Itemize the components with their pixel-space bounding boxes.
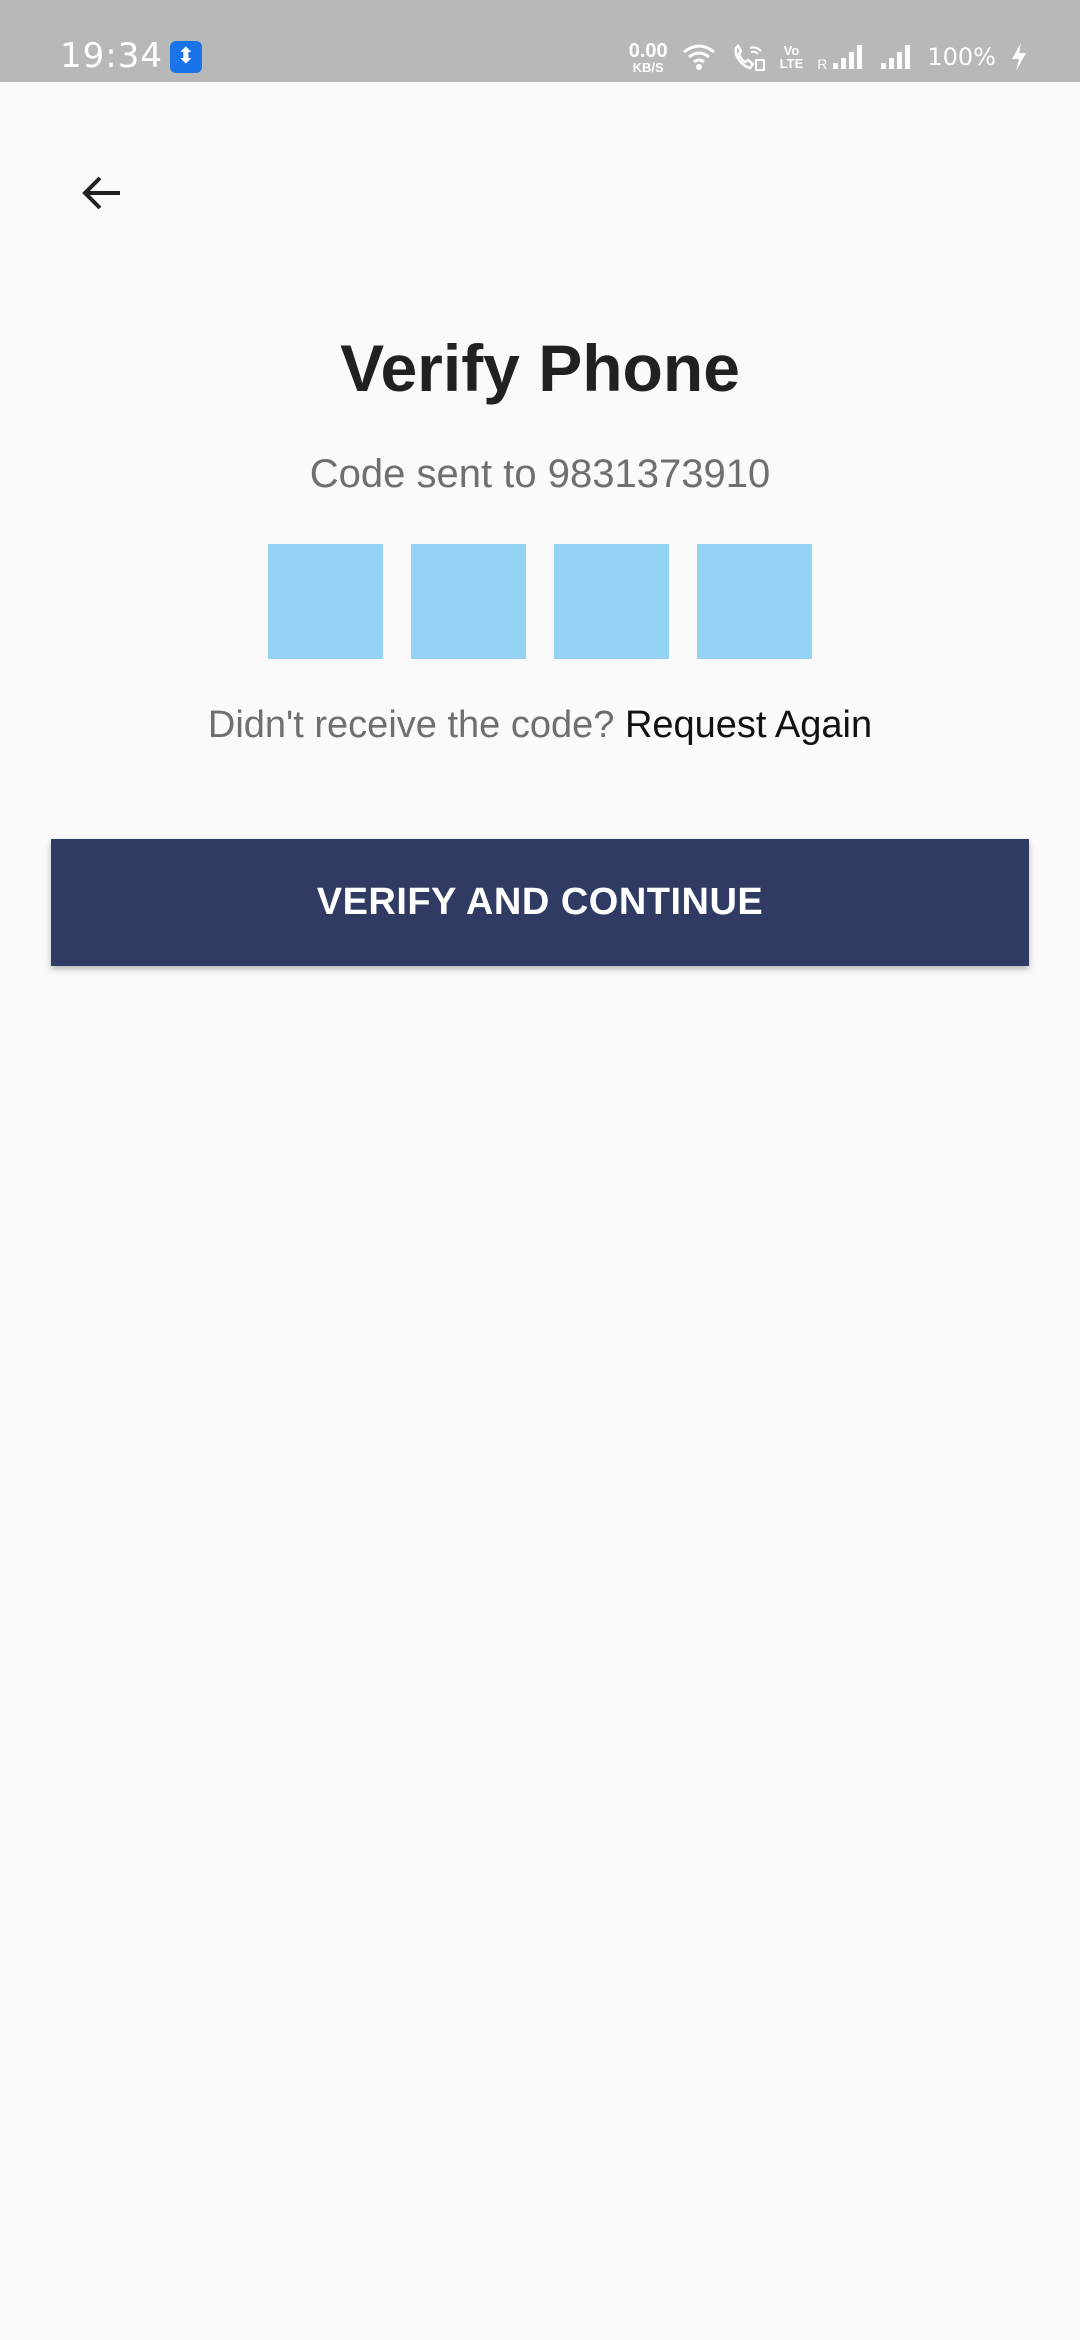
volte-bottom-text: LTE	[779, 56, 804, 71]
otp-digit-1[interactable]	[268, 544, 383, 659]
otp-digit-2[interactable]	[411, 544, 526, 659]
network-speed-unit: KB/S	[632, 59, 664, 75]
otp-digit-4[interactable]	[697, 544, 812, 659]
signal-icon	[881, 45, 911, 69]
roaming-label: R	[817, 56, 828, 72]
battery-level: 100%	[927, 43, 996, 71]
code-sent-text: Code sent to 9831373910	[309, 452, 771, 496]
status-bar: 19:34 ⬍ 0.00 KB/S Vo LTE R 100%	[0, 0, 1080, 82]
status-icons: 0.00 KB/S Vo LTE R 100%	[629, 36, 1028, 78]
volte-icon: Vo LTE	[780, 44, 804, 70]
network-speed-value: 0.00	[628, 39, 668, 62]
back-button[interactable]	[78, 158, 126, 228]
status-time: 19:34	[60, 36, 163, 76]
verify-and-continue-button[interactable]: VERIFY AND CONTINUE	[51, 839, 1029, 966]
otp-digit-3[interactable]	[554, 544, 669, 659]
arrow-back-icon	[82, 176, 120, 210]
request-again-link[interactable]: Request Again	[625, 704, 872, 746]
page-title: Verify Phone	[340, 331, 740, 405]
usb-icon: ⬍	[170, 41, 202, 73]
network-speed: 0.00 KB/S	[629, 41, 668, 74]
resend-row: Didn't receive the code? Request Again	[0, 704, 1080, 747]
signal-icon	[833, 45, 863, 69]
resend-prompt: Didn't receive the code?	[207, 704, 625, 746]
charging-icon	[1012, 43, 1026, 71]
wifi-icon	[682, 44, 715, 70]
otp-code-inputs	[268, 544, 812, 659]
wifi-calling-icon	[734, 43, 765, 71]
